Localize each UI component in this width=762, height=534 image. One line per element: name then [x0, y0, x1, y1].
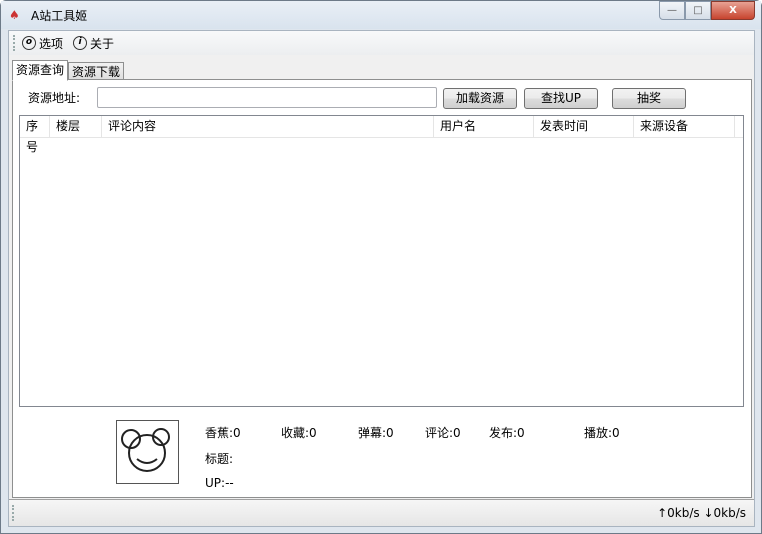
maximize-button[interactable]: □ [685, 1, 711, 20]
video-info: 香蕉:0 收藏:0 弹幕:0 评论:0 发布:0 播放:0 标题: UP:-- [13, 420, 751, 496]
about-button[interactable]: i 关于 [73, 35, 114, 52]
window-title: A站工具姬 [31, 9, 88, 23]
toolbar: o 选项 i 关于 [9, 31, 754, 55]
favorite-count: 收藏:0 [281, 426, 317, 440]
about-label: 关于 [90, 36, 115, 51]
client-area: o 选项 i 关于 资源查询 资源下载 资源地址: 加载资源 查找UP 抽奖 序号 … [8, 30, 755, 527]
lottery-button[interactable]: 抽奖 [612, 88, 686, 109]
address-label: 资源地址: [28, 91, 81, 105]
toolbar-grip[interactable] [13, 35, 16, 51]
banana-count: 香蕉:0 [205, 426, 241, 440]
column-header-content[interactable]: 评论内容 [102, 116, 434, 137]
find-up-button[interactable]: 查找UP [524, 88, 598, 109]
gear-icon: o [22, 36, 36, 50]
column-header-time[interactable]: 发表时间 [534, 116, 634, 137]
options-label: 选项 [39, 36, 64, 51]
list-header: 序号 楼层 评论内容 用户名 发表时间 来源设备 [20, 116, 743, 154]
column-header-floor[interactable]: 楼层 [50, 116, 102, 137]
column-header-index[interactable]: 序号 [20, 116, 50, 154]
status-bar: ↑0kb/s ↓0kb/s [9, 499, 754, 526]
video-title: 标题: [205, 452, 234, 466]
info-icon: i [73, 36, 88, 50]
options-button[interactable]: o 选项 [22, 35, 63, 52]
status-grip [12, 505, 15, 521]
tab-resource-query[interactable]: 资源查询 [12, 60, 69, 81]
publish-date: 发布:0 [489, 426, 525, 440]
column-header-device[interactable]: 来源设备 [634, 116, 735, 137]
app-window: ♠ A站工具姬 — □ X o 选项 i 关于 资源查询 资源下载 资源地址: 加载… [0, 0, 762, 534]
close-button[interactable]: X [711, 1, 755, 20]
play-count: 播放:0 [584, 426, 620, 440]
minimize-button[interactable]: — [659, 1, 685, 20]
load-resource-button[interactable]: 加载资源 [443, 88, 517, 109]
danmaku-count: 弹幕:0 [358, 426, 394, 440]
transfer-speed: ↑0kb/s ↓0kb/s [657, 506, 746, 520]
title-bar: ♠ A站工具姬 — □ X [1, 1, 761, 29]
comment-count: 评论:0 [425, 426, 461, 440]
query-panel: 资源地址: 加载资源 查找UP 抽奖 序号 楼层 评论内容 用户名 发表时间 来… [12, 79, 752, 498]
column-header-user[interactable]: 用户名 [434, 116, 534, 137]
address-input[interactable] [97, 87, 437, 108]
mascot-image [116, 420, 179, 484]
app-icon: ♠ [9, 8, 20, 22]
comment-list[interactable]: 序号 楼层 评论内容 用户名 发表时间 来源设备 [19, 115, 744, 407]
uploader: UP:-- [205, 476, 234, 490]
